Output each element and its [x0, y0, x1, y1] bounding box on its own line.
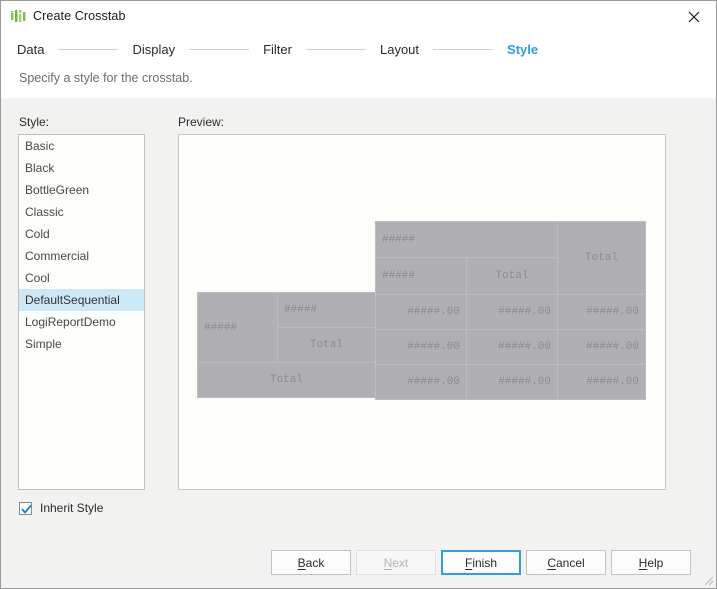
resize-grip[interactable] — [702, 574, 714, 586]
list-item[interactable]: Cold — [19, 223, 144, 245]
step-filter[interactable]: Filter — [263, 42, 292, 57]
cancel-label-rest: ancel — [556, 556, 585, 570]
back-button[interactable]: Back — [271, 550, 351, 575]
data-cell: #####.00 — [376, 330, 467, 365]
crosstab-bars-icon — [10, 8, 27, 25]
inherit-style-checkbox[interactable]: Inherit Style — [19, 501, 103, 515]
wizard-subtitle: Specify a style for the crosstab. — [19, 71, 193, 85]
dialog-body: Style: Preview: Basic Black BottleGreen … — [1, 98, 716, 588]
check-icon — [20, 503, 33, 516]
step-divider — [433, 49, 493, 50]
data-cell: #####.00 — [558, 295, 646, 330]
preview-panel: ##### Total ##### Total #####.00 #####.0… — [178, 134, 666, 490]
list-item[interactable]: LogiReportDemo — [19, 311, 144, 333]
finish-label-rest: inish — [472, 556, 497, 570]
row-header-item: ##### — [278, 293, 376, 328]
dialog-button-bar: Back Next Finish Cancel Help — [1, 538, 716, 588]
step-divider — [306, 49, 366, 50]
next-label-rest: ext — [392, 556, 408, 570]
step-divider — [189, 49, 249, 50]
row-header-grand-total: Total — [198, 363, 376, 398]
list-item[interactable]: Commercial — [19, 245, 144, 267]
title-bar: Create Crosstab — [1, 1, 716, 33]
col-header-item: ##### — [376, 258, 467, 295]
row-header-group: ##### — [198, 293, 278, 363]
crosstab-columns-and-data: ##### Total ##### Total #####.00 #####.0… — [375, 221, 646, 400]
back-mnemonic: B — [298, 556, 306, 570]
step-data[interactable]: Data — [17, 42, 44, 57]
cancel-button[interactable]: Cancel — [526, 550, 606, 575]
table-row: #####.00 #####.00 #####.00 — [376, 295, 646, 330]
data-cell: #####.00 — [376, 295, 467, 330]
list-item-selected[interactable]: DefaultSequential — [19, 289, 144, 311]
finish-button[interactable]: Finish — [441, 550, 521, 575]
list-item[interactable]: Cool — [19, 267, 144, 289]
inherit-style-label: Inherit Style — [40, 501, 103, 515]
next-button: Next — [356, 550, 436, 575]
wizard-step-nav: Data Display Filter Layout Style — [17, 42, 538, 57]
table-row: #####.00 #####.00 #####.00 — [376, 330, 646, 365]
window-title: Create Crosstab — [33, 9, 126, 23]
list-item[interactable]: Classic — [19, 201, 144, 223]
table-row: ##### Total — [376, 222, 646, 258]
back-label-rest: ack — [306, 556, 325, 570]
row-header-subtotal: Total — [278, 328, 376, 363]
step-divider — [58, 49, 118, 50]
list-item[interactable]: Simple — [19, 333, 144, 355]
list-item[interactable]: Basic — [19, 135, 144, 157]
step-display[interactable]: Display — [132, 42, 175, 57]
help-label-rest: elp — [647, 556, 663, 570]
col-header-total: Total — [558, 222, 646, 295]
preview-label: Preview: — [178, 115, 224, 129]
close-icon[interactable] — [672, 1, 716, 32]
data-cell: #####.00 — [558, 330, 646, 365]
col-header-group: ##### — [376, 222, 558, 258]
wizard-header: Data Display Filter Layout Style Specify… — [1, 32, 716, 99]
step-style[interactable]: Style — [507, 42, 538, 57]
list-item[interactable]: Black — [19, 157, 144, 179]
list-item[interactable]: BottleGreen — [19, 179, 144, 201]
table-row: ##### ##### — [198, 293, 376, 328]
crosstab-row-headers: ##### ##### Total Total — [197, 292, 376, 398]
help-button[interactable]: Help — [611, 550, 691, 575]
data-cell: #####.00 — [467, 330, 558, 365]
table-row: Total — [198, 363, 376, 398]
checkbox-box[interactable] — [19, 502, 32, 515]
style-list-label: Style: — [19, 115, 49, 129]
table-row: #####.00 #####.00 #####.00 — [376, 365, 646, 400]
data-cell: #####.00 — [467, 365, 558, 400]
data-cell: #####.00 — [467, 295, 558, 330]
data-cell: #####.00 — [376, 365, 467, 400]
style-list[interactable]: Basic Black BottleGreen Classic Cold Com… — [18, 134, 145, 490]
data-cell: #####.00 — [558, 365, 646, 400]
create-crosstab-dialog: Create Crosstab Data Display Filter Layo… — [0, 0, 717, 589]
cancel-mnemonic: C — [547, 556, 556, 570]
col-header-subtotal: Total — [467, 258, 558, 295]
step-layout[interactable]: Layout — [380, 42, 419, 57]
